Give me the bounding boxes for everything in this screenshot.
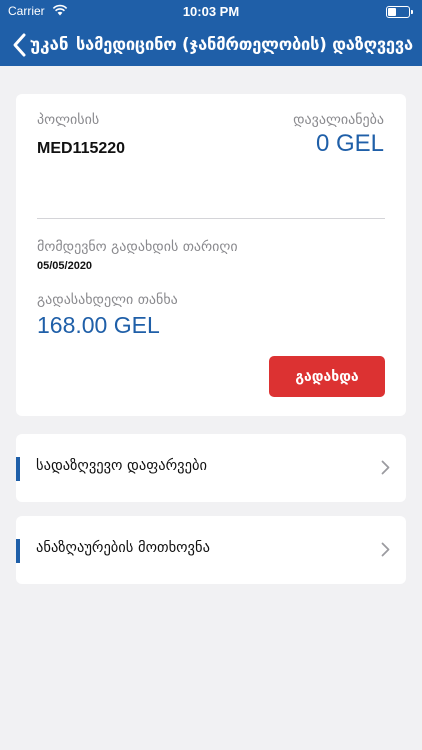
next-payment-label: მომდევნო გადახდის თარიღი — [37, 239, 238, 255]
status-time: 10:03 PM — [182, 4, 240, 19]
debt-value: 0 GEL — [315, 130, 384, 157]
next-payment-date: 05/05/2020 — [37, 260, 93, 272]
divider — [37, 218, 385, 219]
back-button[interactable]: უკან — [30, 35, 69, 55]
policy-number: MED115220 — [37, 140, 126, 157]
menu-row-coverages[interactable]: სადაზღვევო დაფარვები — [16, 434, 406, 502]
nav-bar: უკან სამედიცინო (ჯანმრთელობის) დაზღვევა — [0, 26, 422, 64]
row-accent-bar — [16, 457, 20, 481]
battery-icon — [386, 6, 413, 18]
row-label: სადაზღვევო დაფარვები — [36, 458, 207, 474]
chevron-right-icon — [381, 460, 390, 475]
debt-label: დავალიანება — [293, 112, 384, 128]
policy-label: პოლისის — [37, 112, 100, 128]
row-label: ანაზღაურების მოთხოვნა — [36, 540, 210, 556]
back-chevron-icon[interactable] — [10, 32, 30, 58]
amount-due-label: გადასახდელი თანხა — [37, 292, 178, 308]
menu-row-claim-request[interactable]: ანაზღაურების მოთხოვნა — [16, 516, 406, 584]
chevron-right-icon — [381, 542, 390, 557]
page-title: სამედიცინო (ჯანმრთელობის) დაზღვევა — [76, 35, 413, 54]
amount-due-value: 168.00 GEL — [37, 312, 160, 338]
app-header: Carrier 10:03 PM უკან სამედიცინო (ჯანმრთ… — [0, 0, 422, 66]
row-accent-bar — [16, 539, 20, 563]
status-bar: Carrier 10:03 PM — [0, 0, 422, 24]
policy-card: პოლისის MED115220 დავალიანება 0 GEL მომდ… — [16, 94, 406, 416]
pay-button[interactable]: გადახდა — [269, 356, 385, 397]
